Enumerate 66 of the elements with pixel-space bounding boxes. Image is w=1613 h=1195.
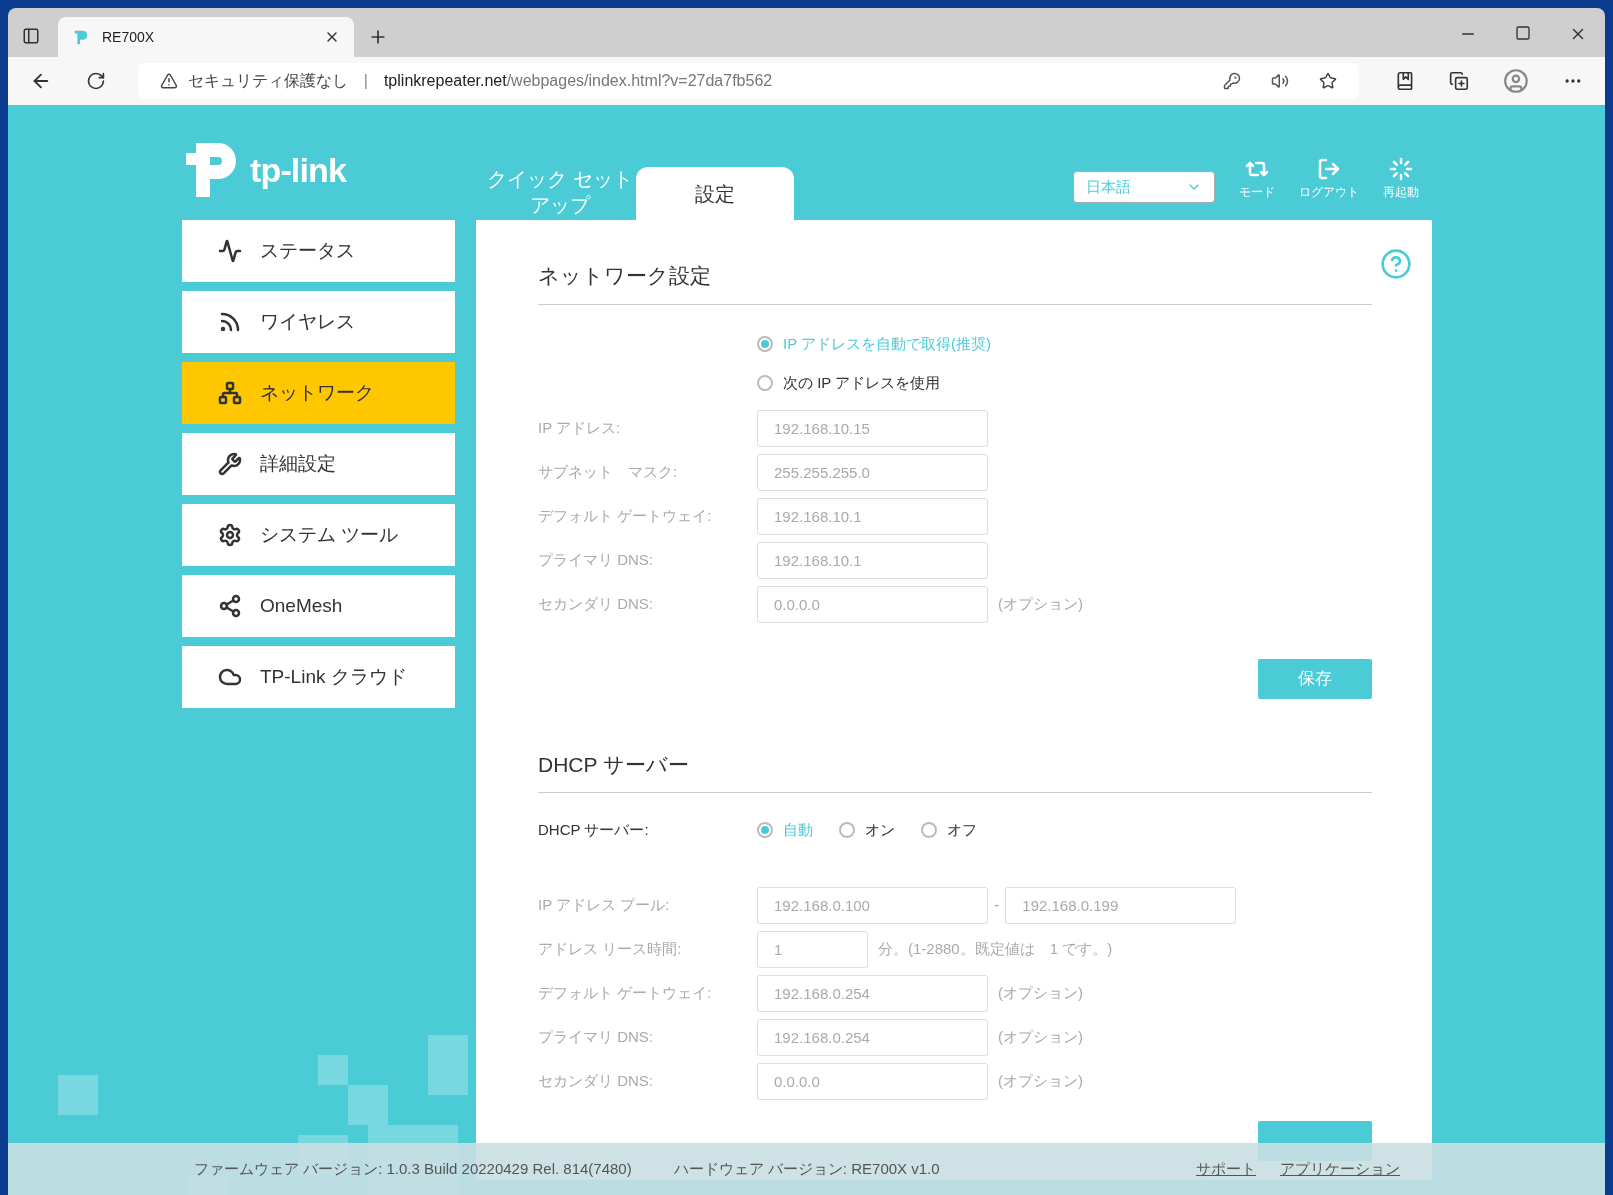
header-action[interactable]: ログアウト — [1299, 157, 1359, 201]
address-divider: | — [363, 71, 368, 91]
nav-tab[interactable]: 設定 — [636, 167, 794, 220]
sidebar-item[interactable]: 詳細設定 — [182, 433, 455, 495]
collections-icon[interactable] — [1449, 71, 1470, 91]
radio-option[interactable]: オフ — [921, 818, 977, 842]
radio-option[interactable]: 次の IP アドレスを使用 — [757, 372, 1372, 395]
field-label: セカンダリ DNS: — [538, 594, 654, 615]
address-bar[interactable]: セキュリティ保護なし | tplinkrepeater.net/webpages/index.html?v=27da7fb562 — [137, 63, 1360, 99]
maximize-icon[interactable] — [1515, 25, 1531, 41]
sidebar-item[interactable]: ネットワーク — [182, 362, 455, 424]
field-note: (オプション) — [998, 1070, 1083, 1091]
footer-link[interactable]: アプリケーション — [1280, 1157, 1400, 1181]
language-select[interactable]: 日本語 — [1073, 171, 1215, 203]
section-title: DHCP サーバー — [538, 748, 1372, 793]
field-note: (オプション) — [998, 594, 1083, 615]
tab-favicon-icon — [72, 28, 90, 46]
tab-actions-icon[interactable] — [22, 27, 40, 45]
read-aloud-icon[interactable] — [1271, 72, 1290, 90]
nav-tab[interactable]: クイック セットアップ — [484, 164, 636, 220]
browser-tab[interactable]: RE700X — [58, 17, 354, 57]
mesh-icon — [218, 594, 242, 618]
hardware-version: ハードウェア バージョン: RE700X v1.0 — [673, 1158, 940, 1179]
field-label: デフォルト ゲートウェイ: — [538, 506, 713, 527]
logout-icon — [1317, 157, 1341, 181]
field-note: 分。(1-2880。既定値は 1 です。) — [878, 938, 1113, 959]
field-label: デフォルト ゲートウェイ: — [538, 982, 713, 1003]
tp-link-logo: tp-link — [182, 139, 464, 201]
pulse-icon — [218, 239, 242, 263]
range-separator: - — [994, 895, 1000, 915]
section-title: ネットワーク設定 — [538, 260, 1372, 305]
footer-link[interactable]: サポート — [1196, 1157, 1256, 1181]
sidebar-item[interactable]: システム ツール — [182, 504, 455, 566]
header-action[interactable]: 再起動 — [1383, 157, 1419, 201]
radio-option[interactable]: IP アドレスを自動で取得(推奨) — [757, 332, 1372, 355]
security-label: セキュリティ保護なし — [187, 71, 348, 91]
sidebar-item[interactable]: OneMesh — [182, 575, 455, 637]
sidebar-item[interactable]: TP-Link クラウド — [182, 646, 455, 708]
gear-icon — [218, 523, 242, 547]
field-label: サブネット マスク: — [538, 462, 679, 483]
field-label: プライマリ DNS: — [538, 1026, 654, 1047]
field-label: DHCP サーバー: — [538, 819, 650, 840]
field-label: アドレス リース時間: — [538, 938, 683, 959]
profile-icon[interactable] — [1503, 68, 1530, 94]
radio-option[interactable]: 自動 — [757, 818, 813, 842]
restart-icon — [1389, 157, 1413, 181]
reload-icon[interactable] — [85, 71, 106, 91]
sidebar-item[interactable]: ステータス — [182, 220, 455, 282]
add-favorite-icon[interactable] — [1319, 72, 1338, 90]
field-label: IP アドレス プール: — [538, 894, 671, 915]
firmware-version: ファームウェア バージョン: 1.0.3 Build 20220429 Rel. 814(7480) — [194, 1158, 632, 1179]
warning-icon — [159, 72, 178, 90]
radio-option[interactable]: オン — [839, 818, 895, 842]
key-icon[interactable] — [1223, 72, 1242, 90]
field-label: プライマリ DNS: — [538, 550, 654, 571]
url-text: tplinkrepeater.net/webpages/index.html?v=27da7fb562 — [383, 71, 773, 91]
field-label: セカンダリ DNS: — [538, 1070, 654, 1091]
save-button[interactable]: 保存 — [1258, 658, 1372, 699]
wrench-icon — [218, 452, 242, 476]
network-icon — [218, 381, 242, 405]
header-action[interactable]: モード — [1239, 157, 1275, 201]
field-note: (オプション) — [998, 982, 1083, 1003]
field-label: IP アドレス: — [538, 418, 622, 439]
field-note: (オプション) — [998, 1026, 1083, 1047]
sidebar-item[interactable]: ワイヤレス — [182, 291, 455, 353]
wireless-icon — [218, 310, 242, 334]
